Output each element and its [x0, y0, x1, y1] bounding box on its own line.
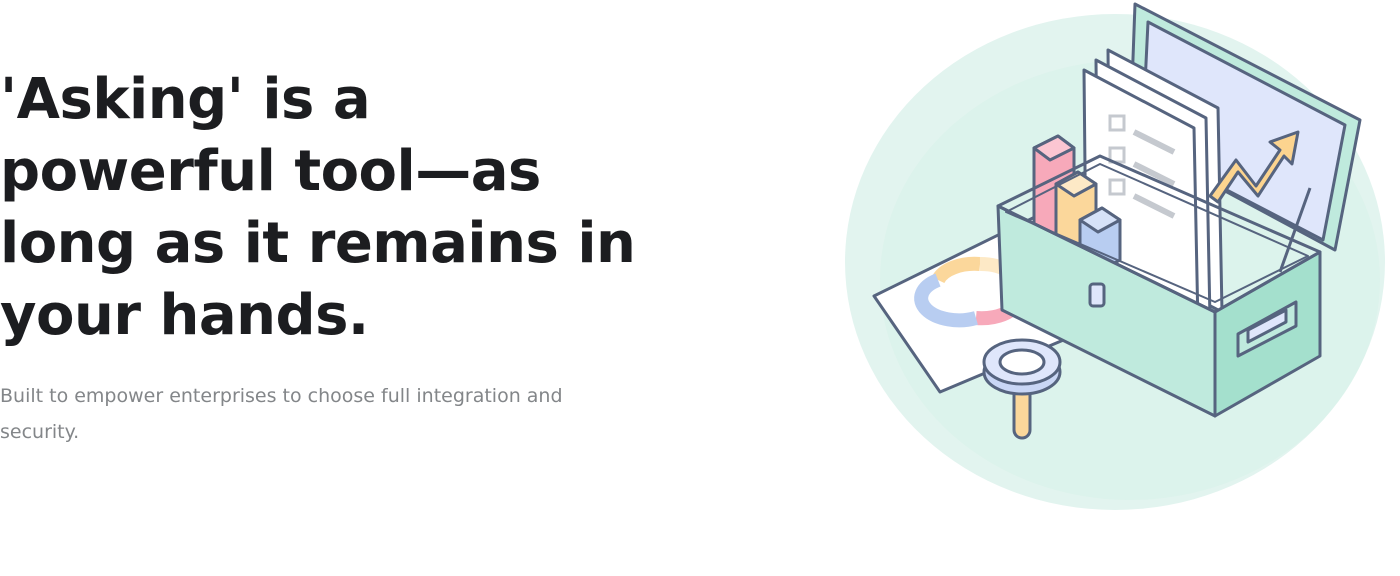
hero-headline: 'Asking' is a powerful tool—as long as i… — [0, 67, 636, 348]
hero-subheadline: Built to empower enterprises to choose f… — [0, 385, 563, 443]
toolbox-illustration-icon — [845, 2, 1385, 510]
toolbox-lock-icon — [1088, 282, 1106, 308]
hero-text-block: 'Asking' is a powerful tool—as long as i… — [0, 64, 660, 450]
hero-section: 'Asking' is a powerful tool—as long as i… — [0, 0, 1400, 576]
toolbox-illustration — [830, 0, 1400, 520]
